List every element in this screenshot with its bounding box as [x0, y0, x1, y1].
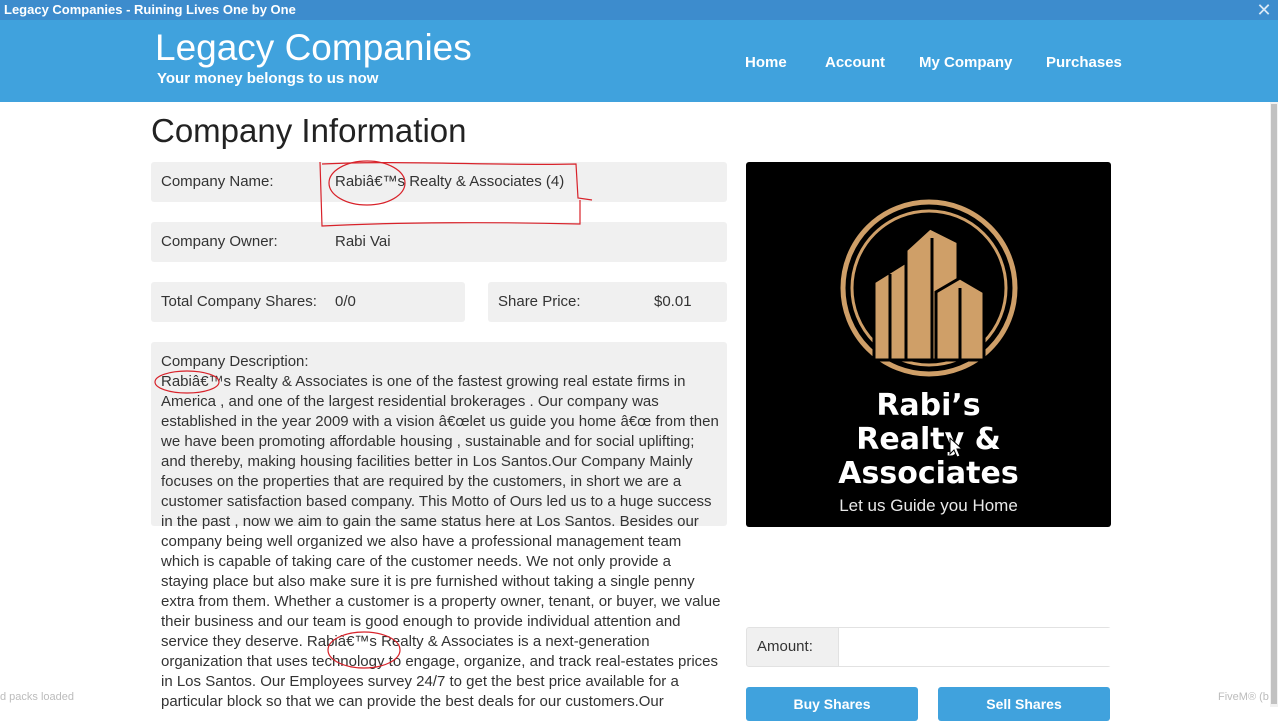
amount-field: Amount:: [746, 627, 1111, 667]
close-icon[interactable]: ✕: [1256, 0, 1272, 20]
page-title: Company Information: [151, 112, 467, 149]
buy-shares-button[interactable]: Buy Shares: [746, 687, 918, 721]
scrollbar-thumb[interactable]: [1271, 104, 1277, 704]
share-price-label: Share Price:: [498, 293, 581, 310]
company-owner-value: Rabi Vai: [335, 233, 391, 250]
nav-my-company[interactable]: My Company: [919, 54, 1012, 71]
brand: Legacy Companies Your money belongs to u…: [155, 26, 472, 88]
window-title: Legacy Companies - Ruining Lives One by …: [4, 2, 296, 17]
company-owner-field: Company Owner: Rabi Vai: [151, 222, 727, 262]
amount-label: Amount:: [757, 638, 813, 655]
logo-tagline: Let us Guide you Home: [839, 496, 1018, 515]
brand-name[interactable]: Legacy Companies: [155, 26, 472, 70]
share-price-value: $0.01: [654, 293, 692, 310]
total-shares-field: Total Company Shares: 0/0: [151, 282, 465, 322]
company-name-field: Company Name: Rabiâ€™s Realty & Associat…: [151, 162, 727, 202]
logo-line-2: Realty &: [856, 422, 1001, 457]
nav-account[interactable]: Account: [825, 54, 885, 71]
company-name-value: Rabiâ€™s Realty & Associates (4): [335, 173, 565, 190]
description-block: Company Description: Rabiâ€™s Realty & A…: [161, 352, 721, 712]
description-label: Company Description:: [161, 353, 309, 370]
share-price-field: Share Price: $0.01: [488, 282, 727, 322]
sell-shares-button[interactable]: Sell Shares: [938, 687, 1110, 721]
logo-line-1: Rabi’s: [876, 388, 981, 423]
logo-line-3: Associates: [838, 456, 1019, 491]
loader-status-text: d packs loaded: [0, 691, 74, 703]
window-titlebar: Legacy Companies - Ruining Lives One by …: [0, 0, 1278, 20]
company-logo: Rabi’s Realty & Associates Let us Guide …: [746, 162, 1111, 527]
site-header: Legacy Companies Your money belongs to u…: [0, 20, 1278, 102]
page-scrollbar[interactable]: [1270, 102, 1278, 707]
fivem-watermark: FiveM® (b: [1218, 691, 1269, 703]
total-shares-label: Total Company Shares:: [161, 293, 317, 310]
amount-input[interactable]: [838, 628, 1111, 666]
description-text: Rabiâ€™s Realty & Associates is one of t…: [161, 373, 721, 710]
total-shares-value: 0/0: [335, 293, 356, 310]
nav-purchases[interactable]: Purchases: [1046, 54, 1122, 71]
mouse-cursor-icon: [949, 436, 964, 458]
brand-tagline: Your money belongs to us now: [157, 70, 379, 87]
company-owner-label: Company Owner:: [161, 233, 278, 250]
nav-home[interactable]: Home: [745, 54, 787, 71]
company-name-label: Company Name:: [161, 173, 274, 190]
